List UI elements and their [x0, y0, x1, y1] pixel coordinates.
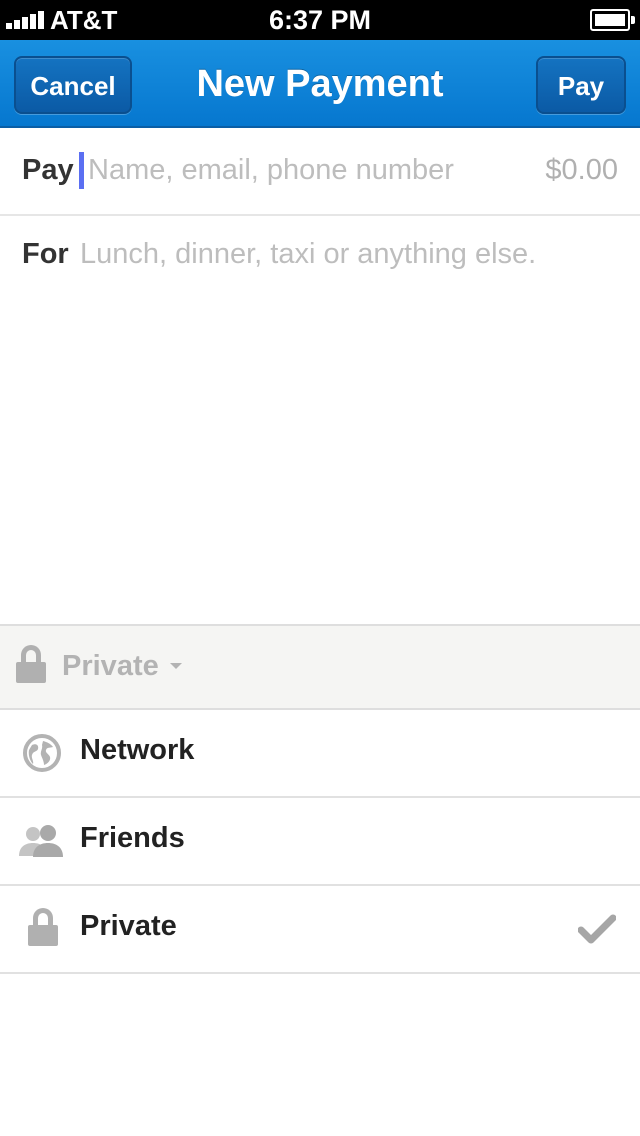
lock-icon: [28, 908, 58, 946]
privacy-option-label: Private: [80, 910, 177, 942]
privacy-option-friends[interactable]: Friends: [0, 798, 640, 886]
text-cursor: [79, 152, 84, 189]
privacy-option-private[interactable]: Private: [0, 886, 640, 974]
cancel-button[interactable]: Cancel: [14, 56, 132, 114]
payment-note-row[interactable]: For Lunch, dinner, taxi or anything else…: [0, 216, 640, 296]
status-bar: AT&T 6:37 PM: [0, 0, 640, 40]
privacy-option-network[interactable]: Network: [0, 710, 640, 798]
privacy-option-label: Friends: [80, 822, 185, 854]
checkmark-icon: [578, 914, 616, 944]
privacy-current-label: Private: [62, 650, 159, 682]
privacy-selector[interactable]: Private: [0, 624, 640, 710]
for-label: For: [22, 238, 69, 270]
note-input[interactable]: Lunch, dinner, taxi or anything else.: [80, 238, 536, 271]
amount-input[interactable]: $0.00: [545, 154, 618, 187]
pay-recipient-row[interactable]: Pay Name, email, phone number $0.00: [0, 130, 640, 216]
status-time: 6:37 PM: [268, 5, 372, 35]
pay-label: Pay: [22, 154, 74, 186]
navigation-bar: New Payment Cancel Pay: [0, 40, 640, 128]
globe-icon: [23, 734, 61, 772]
pay-button[interactable]: Pay: [536, 56, 626, 114]
friends-icon: [19, 825, 63, 857]
dropdown-caret-icon: [170, 663, 182, 669]
recipient-input[interactable]: Name, email, phone number: [88, 154, 454, 187]
privacy-option-label: Network: [80, 734, 195, 766]
lock-icon: [16, 645, 46, 683]
battery-icon: [590, 9, 635, 31]
